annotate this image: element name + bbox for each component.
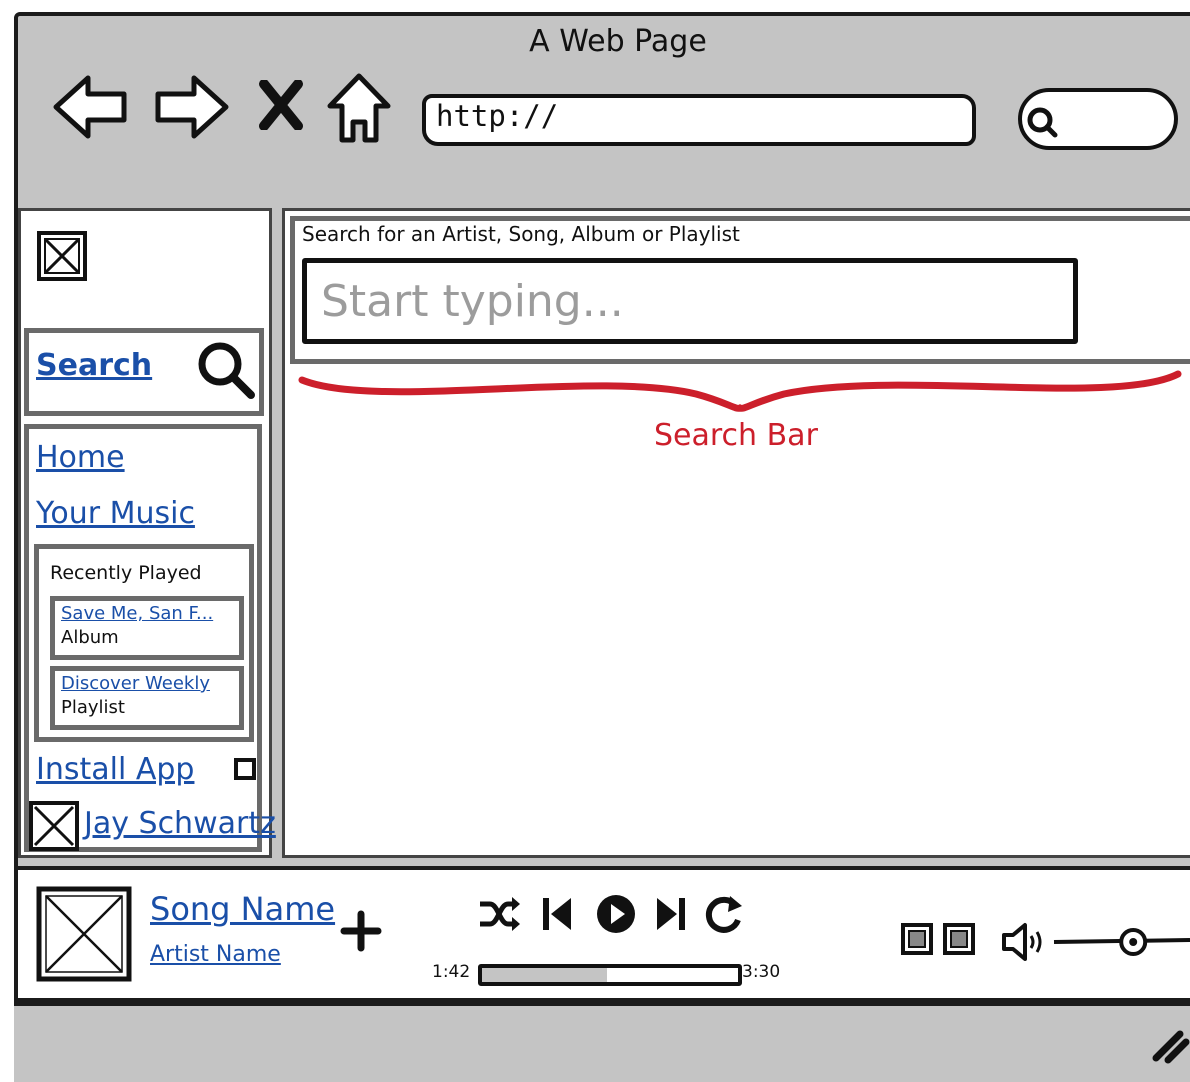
search-input[interactable] <box>302 258 1078 344</box>
url-text: http:// <box>436 99 559 133</box>
window-title: A Web Page <box>529 24 707 59</box>
song-name-link[interactable]: Song Name <box>150 890 335 928</box>
add-plus-icon[interactable] <box>340 910 382 952</box>
progress-fill <box>482 968 608 982</box>
next-icon[interactable] <box>654 894 688 934</box>
elapsed-time: 1:42 <box>432 962 471 982</box>
total-time: 3:30 <box>742 962 781 982</box>
sidebar-item-your-music[interactable]: Your Music <box>36 496 195 531</box>
volume-icon[interactable] <box>1000 920 1052 964</box>
back-arrow-icon[interactable] <box>52 72 130 142</box>
magnifier-icon <box>1027 107 1058 138</box>
volume-slider[interactable] <box>1050 924 1190 960</box>
queue-icon[interactable] <box>900 922 934 956</box>
artist-name-link[interactable]: Artist Name <box>150 942 281 967</box>
search-icon[interactable] <box>194 338 258 402</box>
install-app-checkbox[interactable] <box>234 758 256 780</box>
recent-item-type: Playlist <box>61 697 125 718</box>
logo-placeholder-icon <box>37 231 87 281</box>
close-x-icon[interactable] <box>258 80 304 130</box>
annotation-brace <box>298 370 1182 412</box>
list-item[interactable]: Discover Weekly Playlist <box>50 666 244 730</box>
avatar[interactable] <box>28 800 80 852</box>
album-art-placeholder <box>36 886 132 982</box>
repeat-icon[interactable] <box>702 892 746 936</box>
forward-arrow-icon[interactable] <box>152 72 230 142</box>
user-name-link[interactable]: Jay Schwartz <box>84 806 276 841</box>
resize-grip-icon[interactable] <box>1150 1024 1190 1064</box>
install-app-link[interactable]: Install App <box>36 752 194 787</box>
search-caption: Search for an Artist, Song, Album or Pla… <box>302 222 740 246</box>
volume-slider-handle[interactable] <box>1119 928 1148 956</box>
progress-bar[interactable] <box>478 964 742 986</box>
shuffle-icon[interactable] <box>476 894 522 934</box>
recently-played-heading: Recently Played <box>50 562 202 584</box>
sidebar-search-link[interactable]: Search <box>36 348 152 383</box>
status-bar <box>14 1002 1190 1082</box>
play-icon[interactable] <box>594 892 638 936</box>
sidebar-item-home[interactable]: Home <box>36 440 125 475</box>
recent-item-title[interactable]: Discover Weekly <box>61 673 210 694</box>
recent-item-type: Album <box>61 627 119 648</box>
devices-icon[interactable] <box>942 922 976 956</box>
home-icon[interactable] <box>326 72 392 144</box>
annotation-label: Search Bar <box>654 418 818 453</box>
recent-item-title[interactable]: Save Me, San F... <box>61 603 213 624</box>
list-item[interactable]: Save Me, San F... Album <box>50 596 244 660</box>
previous-icon[interactable] <box>540 894 574 934</box>
